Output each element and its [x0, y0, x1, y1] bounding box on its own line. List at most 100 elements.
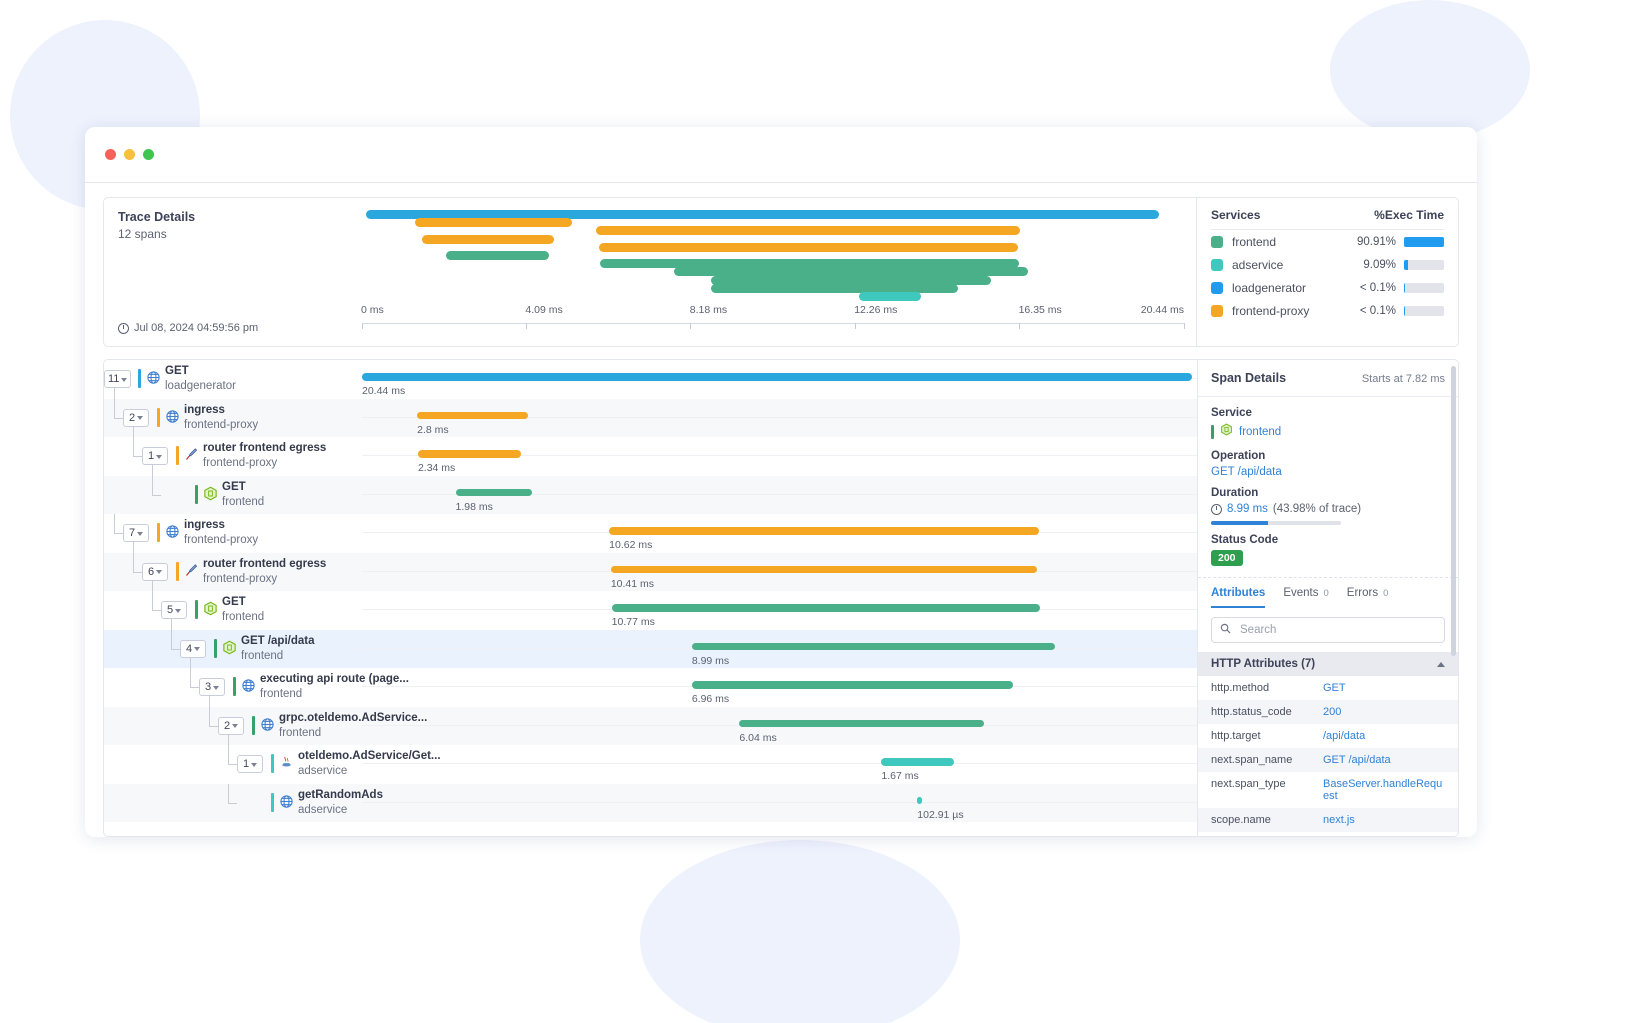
span-details-title: Span Details	[1211, 371, 1287, 385]
span-row[interactable]: 2 ingress frontend-proxy 2.8 ms	[104, 398, 1197, 438]
span-operation-name: ingress	[184, 519, 225, 531]
search-input[interactable]	[1238, 623, 1436, 637]
span-row[interactable]: 1 router frontend egress frontend-proxy 2.3…	[104, 437, 1197, 476]
attribute-value[interactable]: /api/data	[1323, 730, 1365, 742]
span-duration-bar[interactable]	[455, 488, 533, 496]
span-child-count-toggle[interactable]: 5	[161, 601, 187, 619]
service-legend-row[interactable]: adservice 9.09%	[1211, 253, 1444, 276]
span-row[interactable]: 5 GET frontend 10.77 ms	[104, 591, 1197, 630]
span-duration-label: 6.96 ms	[691, 693, 730, 705]
service-color-swatch	[1211, 258, 1223, 271]
attributes-table: http.method GET http.status_code 200 http.ta…	[1198, 676, 1458, 832]
tab-errors[interactable]: Errors 0	[1347, 587, 1389, 608]
span-child-count-toggle[interactable]: 2	[218, 716, 244, 735]
span-row[interactable]: 4 GET /api/data frontend 8.99 ms	[104, 629, 1197, 669]
globe-icon	[165, 524, 180, 539]
span-row[interactable]: 6 router frontend egress frontend-proxy 10.…	[104, 552, 1197, 592]
span-duration-bar[interactable]	[609, 527, 1040, 535]
span-duration-bar[interactable]	[610, 565, 1037, 573]
tree-connector	[133, 552, 134, 572]
span-child-count-toggle[interactable]: 7	[123, 524, 149, 542]
span-bar-area: 6.96 ms	[362, 668, 1197, 707]
span-row[interactable]: 2 grpc.oteldemo.AdService... frontend 6.04 …	[104, 706, 1197, 746]
service-legend-row[interactable]: frontend 90.91%	[1211, 230, 1444, 253]
chevron-down-icon[interactable]	[194, 647, 201, 651]
attribute-value[interactable]: GET /api/data	[1323, 754, 1391, 766]
span-row[interactable]: 1 oteldemo.AdService/Get... adservice 1.67 …	[104, 745, 1197, 784]
service-color-swatch	[1211, 235, 1223, 248]
span-child-count: 1	[242, 758, 250, 770]
trace-minimap[interactable]	[362, 204, 1184, 302]
span-child-count-toggle[interactable]: 1	[237, 755, 263, 773]
details-scrollbar[interactable]	[1451, 366, 1456, 656]
span-child-count: 2	[223, 719, 231, 732]
span-child-count-toggle[interactable]: 4	[180, 639, 206, 658]
chevron-down-icon[interactable]	[251, 762, 258, 767]
span-label-area: 11 GET loadgenerator	[104, 360, 362, 399]
attribute-value[interactable]: BaseServer.handleRequest	[1323, 778, 1445, 802]
attribute-search-box[interactable]	[1211, 617, 1445, 643]
chevron-up-icon[interactable]	[1437, 661, 1445, 667]
span-tree-pane[interactable]: 11 GET loadgenerator 20.44 ms 2 ingress fronte…	[103, 359, 1197, 837]
span-duration-bar[interactable]	[691, 681, 1014, 689]
attribute-row: http.status_code 200	[1198, 700, 1458, 724]
axis-tick	[1183, 323, 1185, 329]
span-duration-bar[interactable]	[362, 373, 1192, 381]
service-legend-row[interactable]: loadgenerator < 0.1%	[1211, 276, 1444, 299]
duration-percent: (43.98% of trace)	[1272, 503, 1362, 515]
minimize-window-button[interactable]	[124, 149, 135, 160]
http-attributes-group-header[interactable]: HTTP Attributes (7)	[1198, 652, 1458, 676]
chevron-down-icon[interactable]	[137, 531, 144, 536]
chevron-down-icon[interactable]	[137, 416, 144, 420]
axis-tick	[361, 323, 363, 329]
attribute-value[interactable]: 200	[1323, 706, 1341, 718]
span-duration-bar[interactable]	[417, 450, 522, 458]
search-icon	[1220, 621, 1231, 639]
chevron-down-icon[interactable]	[213, 685, 220, 690]
timeline-axis: 0 ms 4.09 ms 8.18 ms 12.26 ms 16.35 ms 20.44 …	[361, 304, 1185, 332]
span-duration-bar[interactable]	[691, 642, 1056, 650]
span-child-count-toggle[interactable]: 3	[199, 678, 225, 696]
service-legend-name: frontend	[1232, 234, 1277, 249]
span-duration-bar[interactable]	[881, 758, 954, 766]
maximize-window-button[interactable]	[143, 149, 154, 160]
span-row[interactable]: GET frontend 1.98 ms	[104, 475, 1197, 514]
chevron-down-icon[interactable]	[175, 608, 182, 613]
chevron-down-icon[interactable]	[156, 454, 163, 459]
axis-line	[362, 323, 1184, 324]
tree-connector	[228, 745, 229, 764]
span-service-color-marker	[233, 677, 236, 696]
span-duration-bar[interactable]	[417, 411, 529, 419]
span-row[interactable]: getRandomAds adservice 102.91 µs	[104, 783, 1197, 822]
attribute-row: scope.name next.js	[1198, 808, 1458, 832]
chevron-down-icon[interactable]	[156, 570, 163, 574]
service-name-link[interactable]: frontend	[1239, 426, 1281, 438]
span-row[interactable]: 3 executing api route (page... frontend 6.9…	[104, 668, 1197, 707]
span-child-count-toggle[interactable]: 6	[142, 562, 168, 581]
span-duration-bar[interactable]	[739, 719, 985, 727]
span-duration-label: 20.44 ms	[362, 385, 406, 397]
span-service-color-marker	[195, 484, 198, 504]
service-field-value-row: frontend	[1211, 423, 1445, 441]
attribute-value[interactable]: GET	[1323, 682, 1346, 694]
tab-events[interactable]: Events 0	[1283, 587, 1328, 608]
span-row[interactable]: 11 GET loadgenerator 20.44 ms	[104, 360, 1197, 399]
trace-timestamp-text: Jul 08, 2024 04:59:56 pm	[134, 322, 259, 334]
tab-attributes[interactable]: Attributes	[1211, 587, 1266, 608]
span-duration-bar[interactable]	[917, 796, 923, 804]
span-row[interactable]: 7 ingress frontend-proxy 10.62 ms	[104, 514, 1197, 553]
span-child-count-toggle[interactable]: 11	[104, 370, 132, 388]
service-legend-row[interactable]: frontend-proxy < 0.1%	[1211, 299, 1444, 322]
span-child-count-toggle[interactable]: 2	[123, 408, 149, 427]
span-child-count: 4	[185, 642, 193, 655]
exec-time-col-header: %Exec Time	[1374, 208, 1444, 222]
chevron-down-icon[interactable]	[232, 724, 239, 728]
span-child-count-toggle[interactable]: 1	[142, 447, 168, 465]
close-window-button[interactable]	[105, 149, 116, 160]
span-duration-bar[interactable]	[611, 604, 1040, 612]
chevron-down-icon[interactable]	[121, 377, 128, 382]
attribute-value[interactable]: next.js	[1323, 814, 1355, 826]
operation-field-value[interactable]: GET /api/data	[1211, 466, 1445, 478]
attribute-key: scope.name	[1211, 814, 1271, 826]
span-operation-name: GET	[165, 365, 189, 377]
